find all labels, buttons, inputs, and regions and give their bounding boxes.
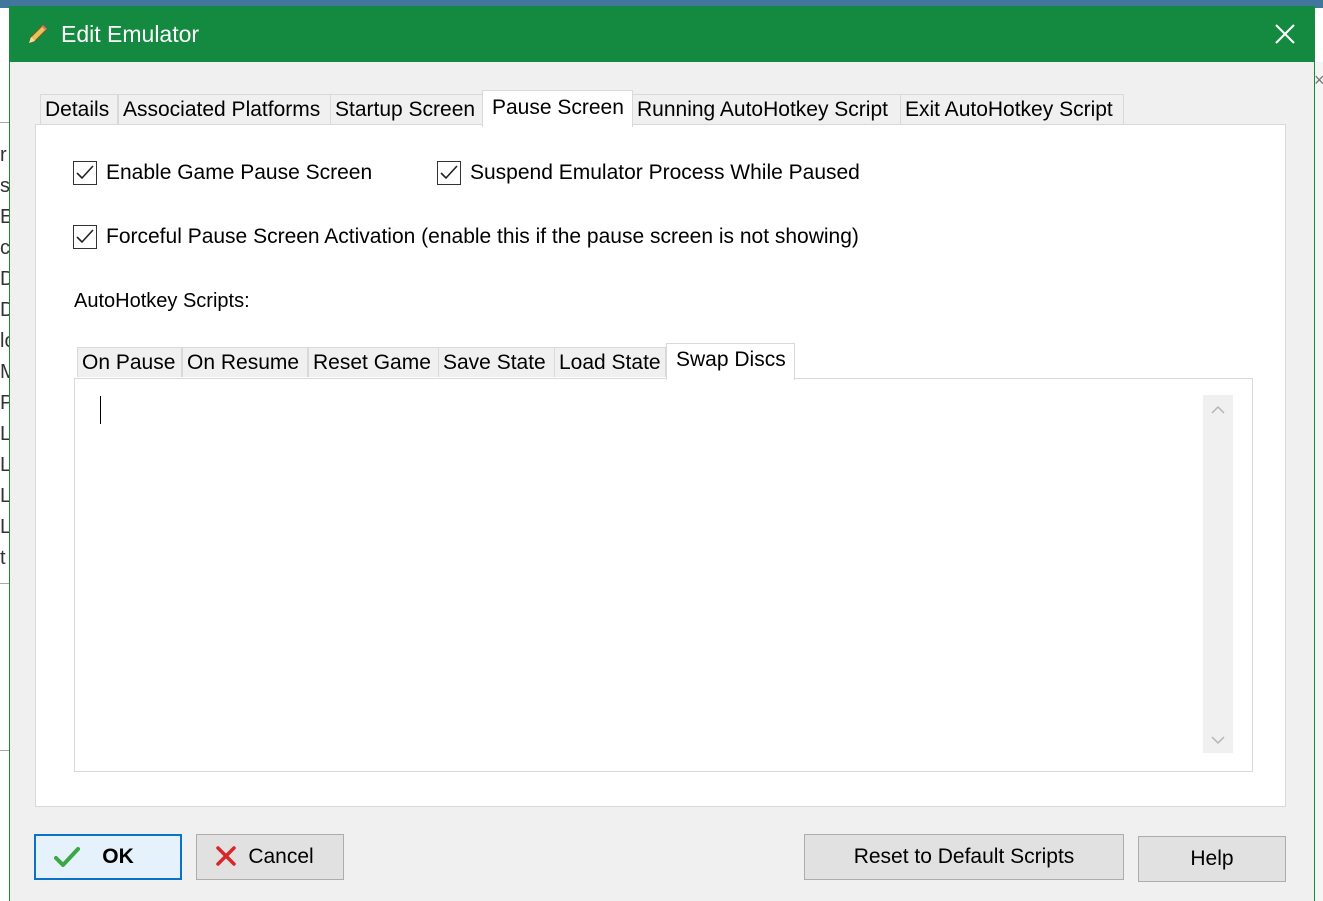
suspend-process-label: Suspend Emulator Process While Paused	[470, 161, 860, 184]
window-title: Edit Emulator	[61, 21, 200, 47]
forceful-activation-label: Forceful Pause Screen Activation (enable…	[106, 225, 859, 248]
tab-on-pause[interactable]: On Pause	[77, 347, 182, 377]
checkmark-icon	[440, 165, 458, 180]
titlebar[interactable]: Edit Emulator	[10, 6, 1314, 62]
edit-emulator-dialog: Edit Emulator Details Associated Platfor…	[9, 6, 1315, 901]
swap-discs-panel	[74, 378, 1253, 772]
pause-screen-panel: Enable Game Pause Screen Suspend Emulato…	[35, 124, 1286, 807]
tab-reset-game[interactable]: Reset Game	[308, 347, 439, 377]
checkmark-icon	[76, 229, 94, 244]
tab-associated-platforms[interactable]: Associated Platforms	[118, 94, 331, 124]
tab-load-state[interactable]: Load State	[554, 347, 666, 377]
suspend-process-checkbox[interactable]	[437, 161, 461, 185]
autohotkey-scripts-label: AutoHotkey Scripts:	[74, 290, 250, 312]
cancel-button[interactable]: Cancel	[196, 834, 344, 880]
tab-details[interactable]: Details	[40, 94, 118, 124]
background-close-icon: ×	[1314, 70, 1323, 90]
reset-default-scripts-button[interactable]: Reset to Default Scripts	[804, 834, 1124, 880]
checkmark-icon	[76, 165, 94, 180]
help-button[interactable]: Help	[1138, 836, 1286, 882]
help-label: Help	[1190, 847, 1234, 870]
reset-default-scripts-label: Reset to Default Scripts	[853, 845, 1075, 868]
tab-running-autohotkey-script[interactable]: Running AutoHotkey Script	[632, 94, 901, 124]
tab-save-state[interactable]: Save State	[438, 347, 555, 377]
pencil-icon	[26, 22, 50, 46]
tab-swap-discs[interactable]: Swap Discs	[666, 343, 795, 380]
cancel-label: Cancel	[248, 845, 314, 868]
checkmark-icon	[54, 847, 80, 867]
ok-button[interactable]: OK	[34, 834, 182, 880]
suspend-process-option[interactable]: Suspend Emulator Process While Paused	[437, 161, 860, 185]
chevron-down-icon[interactable]	[1211, 735, 1225, 745]
enable-pause-screen-option[interactable]: Enable Game Pause Screen	[73, 161, 372, 185]
chevron-up-icon[interactable]	[1211, 405, 1225, 415]
close-icon	[1275, 24, 1295, 44]
forceful-activation-option[interactable]: Forceful Pause Screen Activation (enable…	[73, 225, 859, 249]
script-editor[interactable]	[75, 379, 1203, 771]
text-caret	[100, 396, 101, 424]
forceful-activation-checkbox[interactable]	[73, 225, 97, 249]
red-x-icon	[216, 846, 236, 866]
tab-exit-autohotkey-script[interactable]: Exit AutoHotkey Script	[900, 94, 1124, 124]
tab-pause-screen[interactable]: Pause Screen	[482, 90, 633, 127]
tab-on-resume[interactable]: On Resume	[182, 347, 308, 377]
close-button[interactable]	[1256, 6, 1314, 62]
enable-pause-screen-checkbox[interactable]	[73, 161, 97, 185]
enable-pause-screen-label: Enable Game Pause Screen	[106, 161, 373, 184]
tab-startup-screen[interactable]: Startup Screen	[330, 94, 483, 124]
vertical-scrollbar[interactable]	[1203, 395, 1233, 753]
ok-label: OK	[102, 845, 134, 868]
